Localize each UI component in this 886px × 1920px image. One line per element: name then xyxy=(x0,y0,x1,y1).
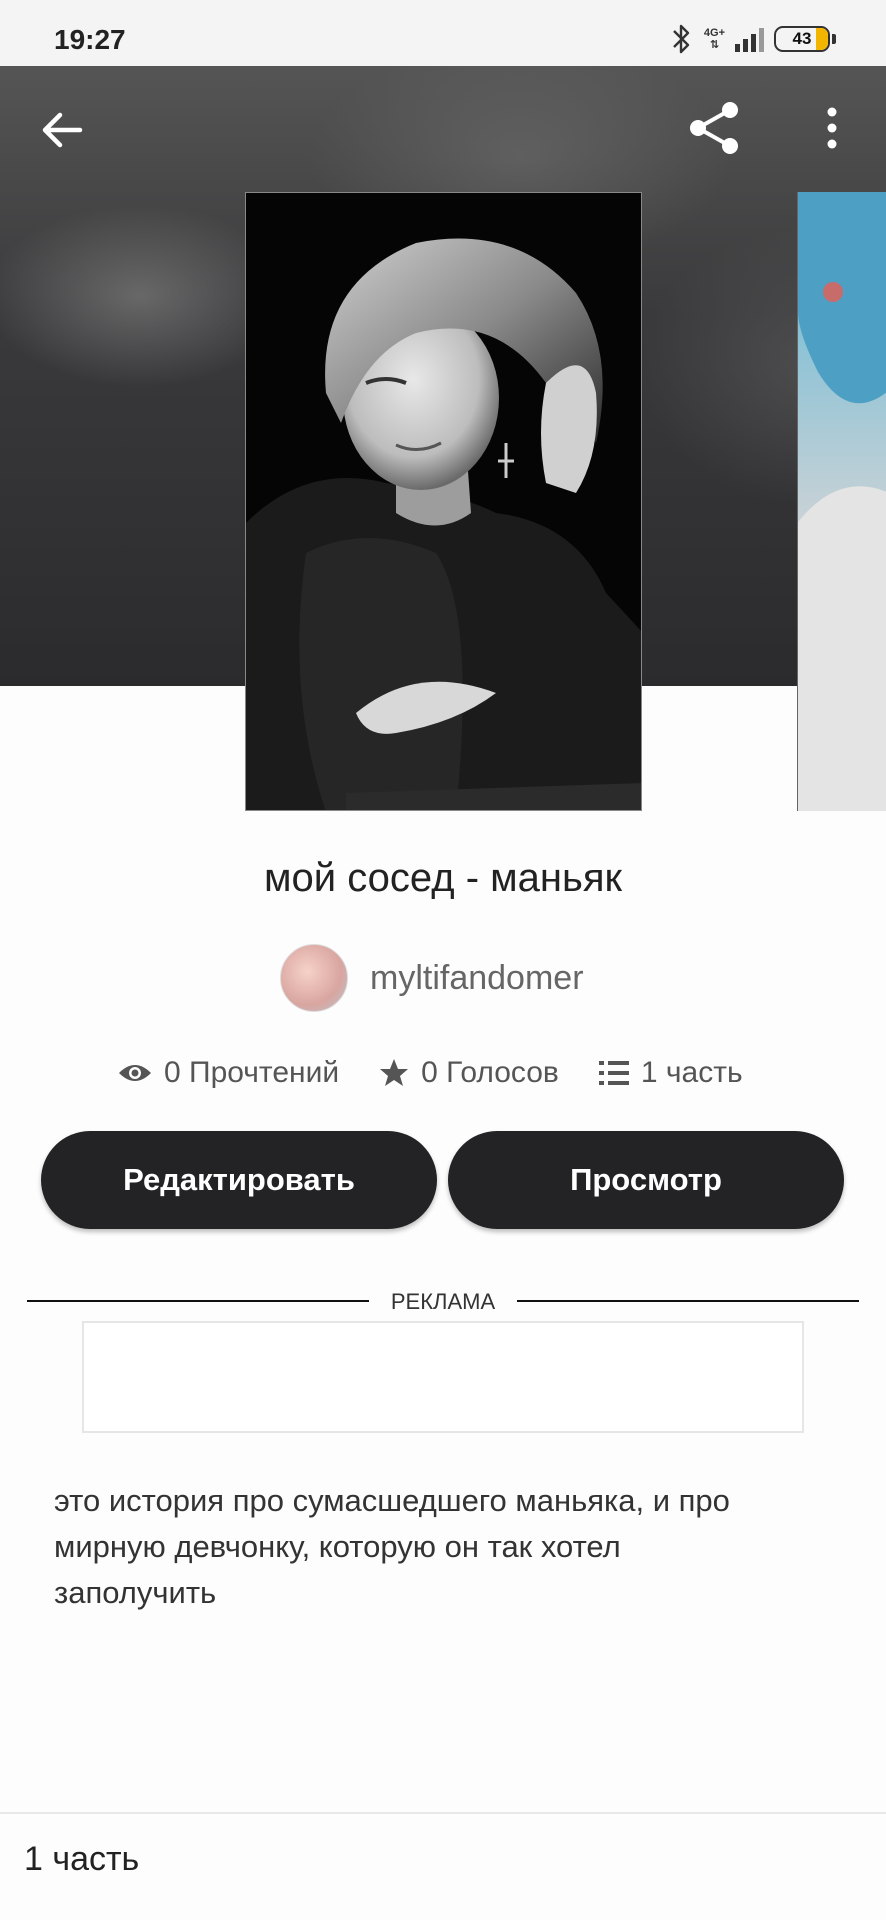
battery-tip xyxy=(832,34,836,44)
status-icons: 4G+ ⇅ 43 xyxy=(668,22,836,56)
ad-divider-line-left xyxy=(27,1300,369,1302)
data-arrows-icon: ⇅ xyxy=(709,39,720,51)
edit-button[interactable]: Редактировать xyxy=(41,1131,437,1229)
parts-bar[interactable]: 1 часть xyxy=(0,1812,886,1920)
ad-divider-line-right xyxy=(517,1300,859,1302)
next-cover-illustration xyxy=(798,192,886,811)
votes-count: 0 Голосов xyxy=(421,1056,559,1089)
ad-label: РЕКЛАМА xyxy=(390,1289,496,1314)
signal-icon xyxy=(735,26,764,52)
status-time: 19:27 xyxy=(54,24,126,55)
arrow-left-icon xyxy=(42,112,83,148)
list-icon xyxy=(598,1061,629,1085)
more-vertical-icon xyxy=(827,107,837,149)
ad-banner[interactable] xyxy=(82,1321,804,1433)
parts-count: 1 часть xyxy=(640,1056,743,1089)
reads-count: 0 Прочтений xyxy=(164,1056,340,1089)
bluetooth-icon xyxy=(673,24,690,54)
story-description: это история про сумасшедшего маньяка, и … xyxy=(54,1483,730,1610)
ad-divider: РЕКЛАМА xyxy=(27,1288,859,1314)
story-stats: 0 Прочтений 0 Голосов 1 часть xyxy=(118,1056,783,1090)
story-title: мой сосед - маньяк xyxy=(264,856,622,900)
back-button[interactable] xyxy=(30,98,94,162)
author-avatar[interactable] xyxy=(280,944,348,1012)
network-label: 4G+ xyxy=(703,27,725,39)
author-row[interactable]: myltifandomer xyxy=(280,944,584,1012)
share-button[interactable] xyxy=(682,96,746,160)
eye-icon xyxy=(119,1065,151,1081)
status-bar: 19:27 4G+ ⇅ 43 xyxy=(0,0,886,66)
more-options-button[interactable] xyxy=(800,96,864,160)
cover-portrait-illustration xyxy=(246,193,641,810)
reads-stat: 0 Прочтений xyxy=(118,1056,339,1090)
story-cover-image[interactable] xyxy=(245,192,642,811)
votes-stat: 0 Голосов xyxy=(379,1056,559,1090)
next-story-cover[interactable] xyxy=(797,192,886,811)
battery-level: 43 xyxy=(792,29,812,48)
share-icon xyxy=(690,102,738,154)
parts-label[interactable]: 1 часть xyxy=(24,1840,139,1879)
battery-icon: 43 xyxy=(774,26,830,52)
author-name[interactable]: myltifandomer xyxy=(370,959,584,998)
preview-button[interactable]: Просмотр xyxy=(448,1131,844,1229)
network-indicator: 4G+ ⇅ xyxy=(704,27,725,51)
star-icon xyxy=(380,1059,409,1086)
parts-stat: 1 часть xyxy=(598,1056,743,1090)
